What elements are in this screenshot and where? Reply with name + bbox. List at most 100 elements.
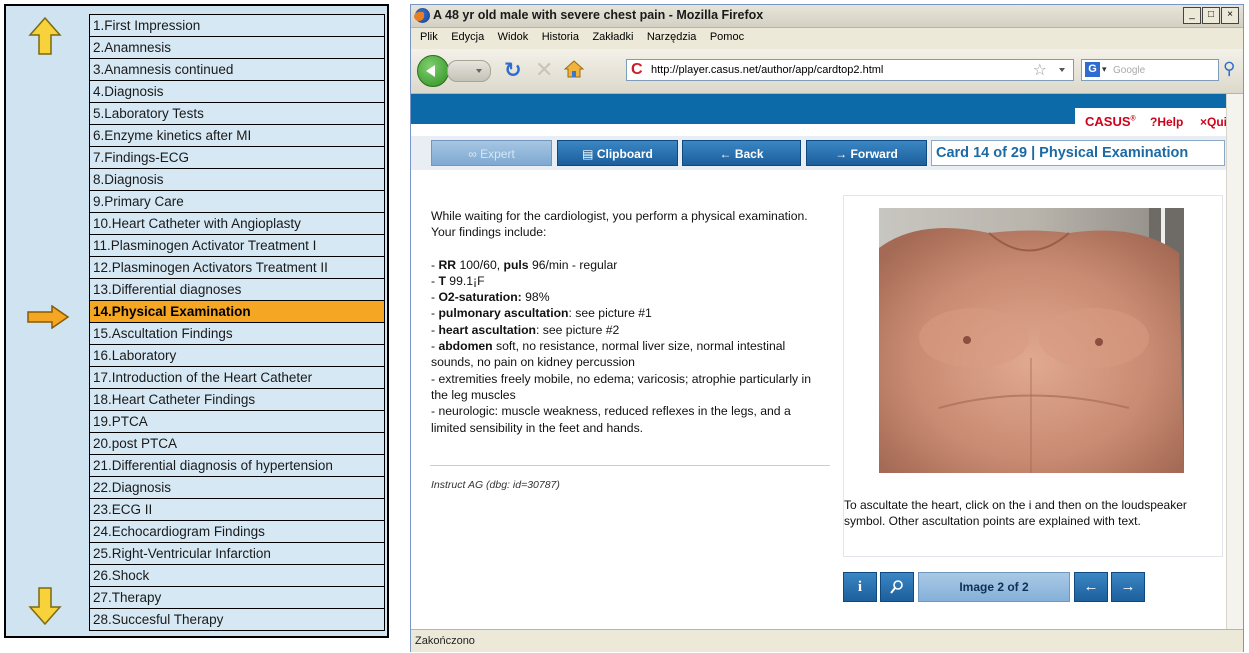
browser-back-button[interactable] [417, 55, 449, 87]
exam-intro: While waiting for the cardiologist, you … [431, 209, 808, 240]
scroll-up-arrow-icon[interactable] [28, 16, 62, 56]
card-list-item[interactable]: 13.Differential diagnoses [89, 279, 385, 301]
close-button[interactable]: × [1221, 7, 1239, 24]
finding-heart: - heart ascultation: see picture #2 [431, 322, 620, 337]
card-title: Card 14 of 29 | Physical Examination [931, 140, 1225, 166]
url-text[interactable]: http://player.casus.net/author/app/cardt… [651, 64, 883, 76]
image-panel: To ascultate the heart, click on the i a… [843, 195, 1223, 557]
menu-narzedzia[interactable]: Narzędzia [647, 31, 697, 43]
history-dropdown-icon[interactable] [476, 69, 482, 73]
finding-extremities: - extremities freely mobile, no edema; v… [431, 371, 811, 402]
title-bar: A 48 yr old male with severe chest pain … [411, 5, 1243, 28]
card-list-item[interactable]: 17.Introduction of the Heart Catheter [89, 367, 385, 389]
browser-window: A 48 yr old male with severe chest pain … [410, 4, 1244, 652]
finding-rr: - RR 100/60, puls 96/min - regular [431, 257, 618, 272]
card-list-item[interactable]: 9.Primary Care [89, 191, 385, 213]
menu-pomoc[interactable]: Pomoc [710, 31, 744, 43]
web-page: CASUS® ?Help ×Quit ∞ Expert ▤ Clipboard … [411, 94, 1243, 629]
card-list: 1.First Impression 2.Anamnesis 3.Anamnesis… [89, 14, 385, 631]
casus-logo: CASUS® [1085, 114, 1136, 129]
card-list-item[interactable]: 2.Anamnesis [89, 37, 385, 59]
clipboard-button[interactable]: ▤ Clipboard [557, 140, 678, 166]
magnifier-icon [890, 580, 903, 594]
instructor-note: Instruct AG (dbg: id=30787) [431, 479, 560, 491]
card-list-item[interactable]: 3.Anamnesis continued [89, 59, 385, 81]
maximize-button[interactable]: □ [1202, 7, 1220, 24]
vertical-scrollbar[interactable] [1226, 94, 1243, 629]
status-text: Zakończono [415, 635, 475, 647]
back-button[interactable]: ← Back [682, 140, 801, 166]
card-list-item[interactable]: 25.Right-Ventricular Infarction [89, 543, 385, 565]
expert-button[interactable]: ∞ Expert [431, 140, 552, 166]
search-placeholder[interactable]: Google [1113, 65, 1145, 76]
card-list-item[interactable]: 26.Shock [89, 565, 385, 587]
card-list-item[interactable]: 5.Laboratory Tests [89, 103, 385, 125]
search-engine-dropdown-icon[interactable]: ▾ [1102, 64, 1107, 75]
exam-findings-text: While waiting for the cardiologist, you … [431, 208, 811, 436]
card-list-item[interactable]: 24.Echocardiogram Findings [89, 521, 385, 543]
finding-neurologic: - neurologic: muscle weakness, reduced r… [431, 404, 791, 435]
card-list-item[interactable]: 27.Therapy [89, 587, 385, 609]
card-list-item-active[interactable]: 14.Physical Examination [89, 301, 385, 323]
image-controls: i Image 2 of 2 ← → [843, 572, 1153, 602]
info-button[interactable]: i [843, 572, 877, 602]
current-card-pointer-icon [27, 305, 70, 329]
scroll-down-arrow-icon[interactable] [28, 586, 62, 626]
divider [430, 465, 830, 466]
image-counter: Image 2 of 2 [918, 572, 1070, 602]
navigation-toolbar: ↻ ✕ C http://player.casus.net/author/app… [411, 49, 1243, 94]
finding-abdomen: - abdomen soft, no resistance, normal li… [431, 339, 786, 370]
card-list-item[interactable]: 7.Findings-ECG [89, 147, 385, 169]
card-list-item[interactable]: 22.Diagnosis [89, 477, 385, 499]
casus-header-links: CASUS® ?Help ×Quit [1075, 108, 1243, 134]
card-list-item[interactable]: 20.post PTCA [89, 433, 385, 455]
card-list-item[interactable]: 21.Differential diagnosis of hypertensio… [89, 455, 385, 477]
home-icon[interactable] [564, 59, 584, 79]
finding-o2: - O2-saturation: 98% [431, 290, 550, 305]
help-link[interactable]: ?Help [1150, 115, 1183, 129]
site-favicon-icon: C [631, 61, 643, 78]
card-list-item[interactable]: 18.Heart Catheter Findings [89, 389, 385, 411]
image-caption: To ascultate the heart, click on the i a… [844, 498, 1187, 528]
url-bar[interactable]: C http://player.casus.net/author/app/car… [626, 59, 1074, 81]
menu-edycja[interactable]: Edycja [451, 31, 484, 43]
firefox-icon [414, 8, 430, 23]
previous-image-button[interactable]: ← [1074, 572, 1108, 602]
menu-widok[interactable]: Widok [498, 31, 529, 43]
next-image-button[interactable]: → [1111, 572, 1145, 602]
chest-photo[interactable] [879, 208, 1184, 473]
search-box[interactable]: G ▾ Google [1081, 59, 1219, 81]
card-list-item[interactable]: 6.Enzyme kinetics after MI [89, 125, 385, 147]
menu-bar: Plik Edycja Widok Historia Zakładki Narz… [411, 27, 1243, 49]
menu-zakladki[interactable]: Zakładki [592, 31, 633, 43]
reload-icon[interactable]: ↻ [504, 58, 522, 83]
finding-pulmonary: - pulmonary ascultation: see picture #1 [431, 306, 652, 321]
card-list-item[interactable]: 4.Diagnosis [89, 81, 385, 103]
card-list-panel: 1.First Impression 2.Anamnesis 3.Anamnesis… [4, 4, 389, 638]
card-list-item[interactable]: 12.Plasminogen Activators Treatment II [89, 257, 385, 279]
card-list-item[interactable]: 23.ECG II [89, 499, 385, 521]
window-title: A 48 yr old male with severe chest pain … [433, 8, 764, 22]
card-list-item[interactable]: 16.Laboratory [89, 345, 385, 367]
bookmark-star-icon[interactable]: ☆ [1033, 60, 1047, 80]
card-list-item[interactable]: 28.Succesful Therapy [89, 609, 385, 631]
card-list-item[interactable]: 10.Heart Catheter with Angioplasty [89, 213, 385, 235]
menu-historia[interactable]: Historia [542, 31, 579, 43]
stop-icon[interactable]: ✕ [535, 57, 553, 83]
card-list-item[interactable]: 1.First Impression [89, 15, 385, 37]
finding-temperature: - T 99.1¡F [431, 273, 485, 288]
card-list-item[interactable]: 19.PTCA [89, 411, 385, 433]
card-list-item[interactable]: 11.Plasminogen Activator Treatment I [89, 235, 385, 257]
forward-button[interactable]: → Forward [806, 140, 927, 166]
search-engine-icon[interactable]: G [1085, 62, 1100, 77]
card-list-item[interactable]: 15.Ascultation Findings [89, 323, 385, 345]
zoom-button[interactable] [880, 572, 914, 602]
search-go-icon[interactable]: ⚲ [1223, 59, 1235, 79]
browser-forward-button[interactable] [447, 60, 491, 82]
menu-plik[interactable]: Plik [420, 31, 438, 43]
url-dropdown-icon[interactable] [1059, 68, 1065, 72]
card-navigation-row: ∞ Expert ▤ Clipboard ← Back → Forward Ca… [411, 136, 1243, 170]
minimize-button[interactable]: _ [1183, 7, 1201, 24]
status-bar: Zakończono [411, 629, 1243, 652]
card-list-item[interactable]: 8.Diagnosis [89, 169, 385, 191]
